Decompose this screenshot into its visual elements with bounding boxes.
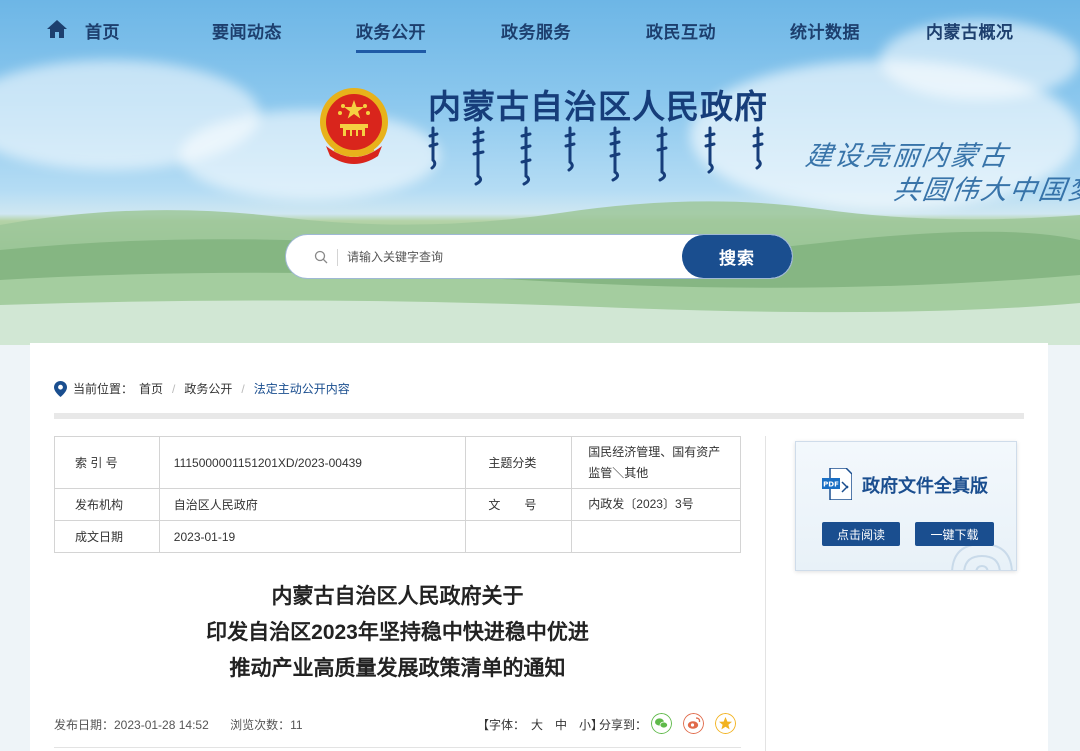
view-count: 浏览次数：11 [230, 718, 303, 732]
table-cell-label: 成文日期 [54, 520, 160, 553]
table-cell-value: 内政发〔2023〕3号 [571, 488, 741, 521]
table-cell-value: 国民经济管理、国有资产监管＼其他 [571, 436, 741, 489]
document-info-table: 索 引 号 1115000001151201XD/2023-00439 主题分类… [54, 436, 741, 553]
table-cell-value [571, 520, 741, 553]
font-size-medium[interactable]: 中 [555, 718, 567, 732]
document-title-line: 内蒙古自治区人民政府关于 [271, 585, 524, 608]
table-cell-label: 文 号 [465, 488, 573, 521]
table-cell-label [465, 520, 573, 553]
table-cell-value: 自治区人民政府 [158, 488, 467, 521]
pdf-icon: PDF [822, 468, 852, 500]
header-banner: 首页 要闻动态 政务公开 政务服务 政民互动 统计数据 内蒙古概况 内蒙古自治区… [0, 0, 1080, 345]
nav-item-news[interactable]: 要闻动态 [212, 18, 282, 43]
wechat-icon[interactable] [651, 713, 672, 734]
qzone-icon[interactable] [715, 713, 736, 734]
table-row: 成文日期 2023-01-19 [54, 520, 741, 553]
breadcrumb-separator: / [241, 381, 245, 396]
font-size-large[interactable]: 大 [531, 718, 543, 732]
table-cell-value: 1115000001151201XD/2023-00439 [158, 436, 467, 489]
table-row: 索 引 号 1115000001151201XD/2023-00439 主题分类… [54, 436, 741, 489]
search-bar: 搜索 [285, 234, 793, 279]
nav-item-interaction[interactable]: 政民互动 [646, 18, 716, 43]
meta-divider [54, 747, 741, 748]
search-button[interactable]: 搜索 [682, 235, 792, 278]
search-input[interactable] [347, 246, 667, 268]
search-divider [337, 249, 338, 266]
slogan-line-2: 共圆伟大中国梦 [891, 175, 1080, 206]
search-icon [314, 250, 328, 264]
table-cell-label: 索 引 号 [54, 436, 160, 489]
nav-item-statistics[interactable]: 统计数据 [790, 18, 860, 43]
breadcrumb-prefix: 当前位置： [73, 382, 134, 396]
share-label: 分享到： [599, 718, 648, 732]
nav-item-overview[interactable]: 内蒙古概况 [926, 18, 1014, 43]
svg-text:PDF: PDF [823, 481, 839, 489]
breadcrumb-item-current[interactable]: 法定主动公开内容 [254, 380, 350, 397]
location-pin-icon [54, 380, 67, 397]
font-size-control: 【字体：大中小】 [477, 716, 609, 733]
read-online-button[interactable]: 点击阅读 [822, 522, 900, 546]
table-cell-label: 发布机构 [54, 488, 160, 521]
publish-date: 发布日期：2023-01-28 14:52 [54, 718, 209, 732]
breadcrumb-item-gov-affairs[interactable]: 政务公开 [184, 380, 232, 397]
breadcrumb-separator: / [172, 381, 176, 396]
nav-item-gov-affairs[interactable]: 政务公开 [356, 18, 426, 53]
nav-item-services[interactable]: 政务服务 [501, 18, 571, 43]
nav-item-home[interactable]: 首页 [85, 18, 120, 43]
mongolian-script-title [428, 126, 764, 186]
breadcrumb-item-home[interactable]: 首页 [139, 380, 163, 397]
full-version-panel: PDF 政府文件全真版 点击阅读 一键下载 [795, 441, 1017, 571]
national-emblem-icon [320, 88, 388, 164]
weibo-icon[interactable] [683, 713, 704, 734]
main-nav: 首页 要闻动态 政务公开 政务服务 政民互动 统计数据 内蒙古概况 [0, 0, 1080, 60]
document-meta: 发布日期：2023-01-28 14:52 浏览次数：11 [54, 716, 321, 733]
content-card: 当前位置： 首页 / 政务公开 / 法定主动公开内容 索 引 号 1115000… [30, 343, 1048, 751]
table-row: 发布机构 自治区人民政府 文 号 内政发〔2023〕3号 [54, 488, 741, 521]
table-cell-value: 2023-01-19 [158, 520, 467, 553]
breadcrumb: 当前位置： 首页 / 政务公开 / 法定主动公开内容 [54, 380, 350, 397]
breadcrumb-divider [54, 413, 1024, 419]
site-title: 内蒙古自治区人民政府 [428, 88, 768, 125]
full-version-title: 政府文件全真版 [862, 476, 988, 497]
table-cell-label: 主题分类 [465, 436, 573, 489]
home-icon[interactable] [46, 18, 68, 40]
font-size-label: 【字体： [477, 718, 526, 732]
document-title-line: 印发自治区2023年坚持稳中快进稳中优进 [206, 621, 589, 644]
document-title: 内蒙古自治区人民政府关于 印发自治区2023年坚持稳中快进稳中优进 推动产业高质… [54, 579, 741, 687]
document-title-line: 推动产业高质量发展政策清单的通知 [229, 657, 566, 680]
column-divider [765, 436, 766, 751]
download-button[interactable]: 一键下载 [915, 522, 994, 546]
